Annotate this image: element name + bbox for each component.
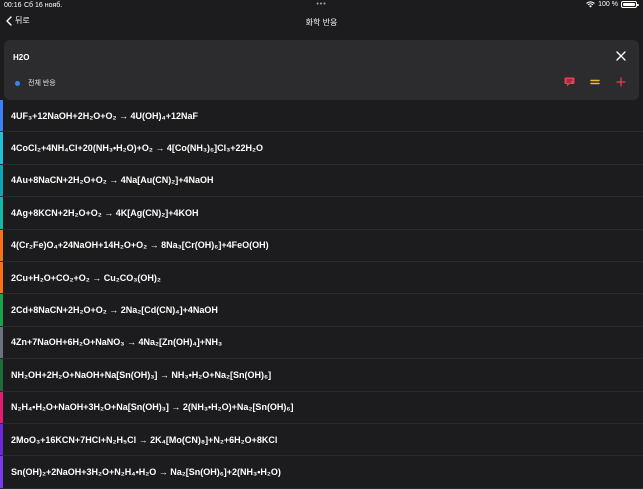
plus-icon (616, 77, 626, 87)
reaction-list: 4UF₃+12NaOH+2H₂O+O₂ → 4U(OH)₄+12NaF 4CoC… (0, 100, 643, 489)
reaction-row[interactable]: 4(Cr₂Fe)O₄+24NaOH+14H₂O+O₂ → 8Na₃[Cr(OH)… (0, 229, 643, 262)
category-color-bar (0, 326, 3, 359)
page-title: 화학 반응 (305, 18, 338, 27)
category-color-bar (0, 359, 3, 391)
reaction-equation: 4(Cr₂Fe)O₄+24NaOH+14H₂O+O₂ → 8Na₃[Cr(OH)… (11, 240, 269, 251)
category-color-bar (0, 164, 3, 197)
reaction-equation: 4Au+8NaCN+2H₂O+O₂ → 4Na[Au(CN)₂]+4NaOH (11, 175, 214, 186)
reaction-row[interactable]: 2MoO₃+16KCN+7HCl+N₂H₅Cl → 2K₄[Mo(CN)₈]+N… (0, 423, 643, 457)
action-buttons (563, 76, 627, 88)
reaction-row[interactable]: 4Ag+8KCN+2H₂O+O₂ → 4K[Ag(CN)₂]+4KOH (0, 197, 643, 230)
status-date: Сб 16 нояб. (24, 2, 63, 9)
reaction-equation: 4Ag+8KCN+2H₂O+O₂ → 4K[Ag(CN)₂]+4KOH (11, 207, 199, 218)
status-bar: 00:16 Сб 16 нояб. ••• 100 % (0, 0, 643, 12)
reaction-equation: 2MoO₃+16KCN+7HCl+N₂H₅Cl → 2K₄[Mo(CN)₈]+N… (11, 434, 278, 445)
close-icon[interactable] (615, 50, 627, 62)
multitask-dots-icon[interactable]: ••• (316, 1, 326, 8)
filter-label: 전체 반응 (28, 80, 56, 87)
category-color-bar (0, 391, 3, 423)
status-right: 100 % (586, 1, 639, 8)
reaction-row[interactable]: 4Au+8NaCN+2H₂O+O₂ → 4Na[Au(CN)₂]+4NaOH (0, 164, 643, 198)
reaction-equation: 4Zn+7NaOH+6H₂O+NaNO₃ → 4Na₂[Zn(OH)₄]+NH₃ (11, 337, 223, 348)
equals-button[interactable] (589, 76, 601, 88)
category-color-bar (0, 261, 3, 294)
reaction-equation: N₂H₄•H₂O+NaOH+3H₂O+Na[Sn(OH)₃] → 2(NH₃•H… (11, 402, 294, 413)
category-color-bar (0, 132, 3, 164)
add-button[interactable] (615, 76, 627, 88)
reaction-row[interactable]: Sn(OH)₂+2NaOH+3H₂O+N₂H₄•H₂O → Na₂[Sn(OH)… (0, 456, 643, 489)
reaction-row[interactable]: 2Cd+8NaCN+2H₂O+O₂ → 2Na₂[Cd(CN)₄]+4NaOH (0, 294, 643, 327)
reaction-row[interactable]: 2Cu+H₂O+CO₂+O₂ → Cu₂CO₃(OH)₂ (0, 261, 643, 295)
chevron-left-icon (6, 15, 12, 26)
status-time: 00:16 (4, 2, 22, 9)
reaction-row[interactable]: 4Zn+7NaOH+6H₂O+NaNO₃ → 4Na₂[Zn(OH)₄]+NH₃ (0, 326, 643, 360)
category-color-bar (0, 100, 3, 132)
search-input[interactable] (13, 50, 573, 64)
reaction-row[interactable]: 4UF₃+12NaOH+2H₂O+O₂ → 4U(OH)₄+12NaF (0, 100, 643, 133)
reaction-equation: 4CoCl₂+4NH₄Cl+20(NH₃•H₂O)+O₂ → 4[Co(NH₃)… (11, 143, 264, 154)
reaction-equation: 4UF₃+12NaOH+2H₂O+O₂ → 4U(OH)₄+12NaF (11, 110, 199, 121)
category-color-bar (0, 229, 3, 261)
back-button[interactable]: 뒤로 (6, 15, 30, 26)
search-panel: 전체 반응 (4, 40, 639, 100)
back-label: 뒤로 (15, 16, 30, 25)
filter-selector[interactable]: 전체 반응 (15, 78, 56, 88)
battery-percent: 100 % (598, 1, 618, 8)
category-color-bar (0, 294, 3, 326)
chat-bubble-icon (564, 77, 574, 87)
category-color-bar (0, 456, 3, 488)
navigation-bar: 뒤로 화학 반응 (0, 12, 643, 34)
reaction-row[interactable]: N₂H₄•H₂O+NaOH+3H₂O+Na[Sn(OH)₃] → 2(NH₃•H… (0, 391, 643, 424)
category-color-bar (0, 423, 3, 456)
reaction-equation: 2Cu+H₂O+CO₂+O₂ → Cu₂CO₃(OH)₂ (11, 272, 161, 283)
category-color-bar (0, 197, 3, 229)
reaction-row[interactable]: 4CoCl₂+4NH₄Cl+20(NH₃•H₂O)+O₂ → 4[Co(NH₃)… (0, 132, 643, 165)
filter-dot (15, 80, 20, 86)
wifi-icon (586, 1, 595, 8)
chat-button[interactable] (563, 76, 575, 88)
reaction-equation: Sn(OH)₂+2NaOH+3H₂O+N₂H₄•H₂O → Na₂[Sn(OH)… (11, 466, 281, 477)
reaction-equation: 2Cd+8NaCN+2H₂O+O₂ → 2Na₂[Cd(CN)₄]+4NaOH (11, 305, 218, 316)
reaction-equation: NH₂OH+2H₂O+NaOH+Na[Sn(OH)₃] → NH₃•H₂O+Na… (11, 369, 272, 380)
battery-icon (621, 1, 639, 8)
equals-icon (590, 79, 600, 85)
reaction-row[interactable]: NH₂OH+2H₂O+NaOH+Na[Sn(OH)₃] → NH₃•H₂O+Na… (0, 359, 643, 392)
